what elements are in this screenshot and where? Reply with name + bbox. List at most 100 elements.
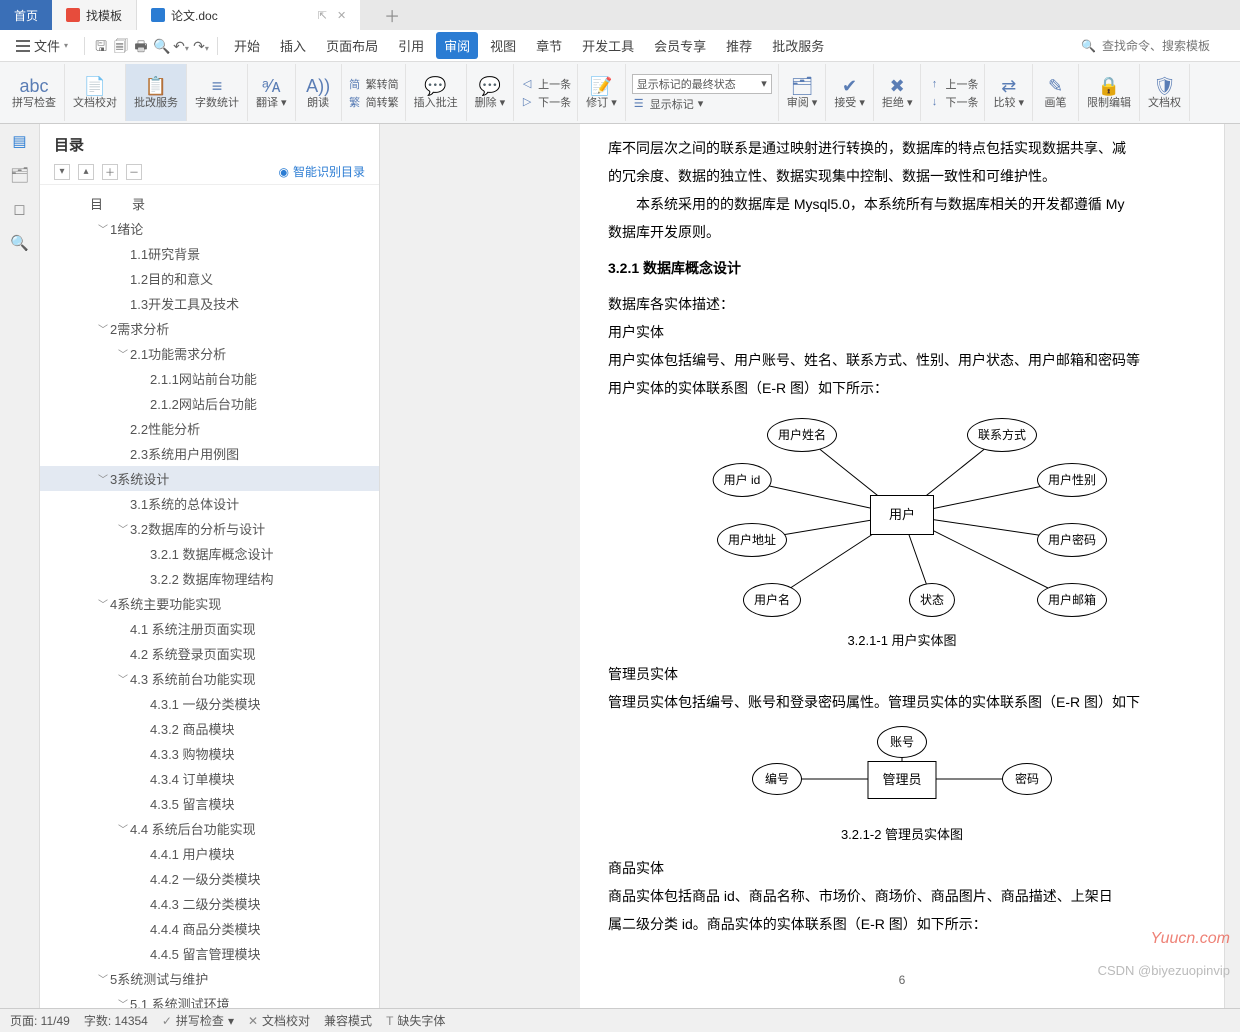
- tab-home[interactable]: 首页: [0, 0, 52, 30]
- status-font[interactable]: T缺失字体: [386, 1012, 445, 1029]
- ribbon-simp-to-trad[interactable]: 繁简转繁: [348, 94, 399, 110]
- outline-item[interactable]: 1.3开发工具及技术: [40, 291, 379, 316]
- menu-start[interactable]: 开始: [226, 32, 268, 59]
- outline-item[interactable]: 4.3.1 一级分类模块: [40, 691, 379, 716]
- qat-redo-icon[interactable]: ↷▾: [193, 38, 209, 54]
- qat-undo-icon[interactable]: ↶▾: [173, 38, 189, 54]
- outline-item[interactable]: 2.3系统用户用例图: [40, 441, 379, 466]
- outline-item[interactable]: ﹀1绪论: [40, 216, 379, 241]
- ribbon-wordcount[interactable]: ≡字数统计: [187, 64, 248, 121]
- outline-item[interactable]: 2.2性能分析: [40, 416, 379, 441]
- outline-expand-icon[interactable]: ▴: [78, 164, 94, 180]
- ribbon-trad-to-simp[interactable]: 简繁转简: [348, 76, 399, 92]
- outline-item[interactable]: 4.4.3 二级分类模块: [40, 891, 379, 916]
- ribbon-ink[interactable]: ✎画笔: [1033, 64, 1079, 121]
- outline-item[interactable]: ﹀2.1功能需求分析: [40, 341, 379, 366]
- close-tab-icon[interactable]: ✕: [337, 9, 346, 22]
- qat-save-icon[interactable]: 🖫: [93, 38, 109, 54]
- vertical-scrollbar[interactable]: [1224, 124, 1240, 1008]
- outline-root[interactable]: 目 录: [40, 191, 379, 216]
- status-words[interactable]: 字数: 14354: [84, 1012, 148, 1029]
- menu-recommend[interactable]: 推荐: [718, 32, 760, 59]
- outline-remove-icon[interactable]: －: [126, 164, 142, 180]
- rail-search-icon[interactable]: 🔍: [10, 234, 30, 254]
- qat-saveas-icon[interactable]: 🗐: [113, 38, 129, 54]
- rail-attachment-icon[interactable]: 🗂: [10, 166, 30, 186]
- outline-item[interactable]: 4.4.2 一级分类模块: [40, 866, 379, 891]
- menu-reference[interactable]: 引用: [390, 32, 432, 59]
- menu-correction[interactable]: 批改服务: [764, 32, 832, 59]
- ribbon-new-comment[interactable]: 💬插入批注: [406, 64, 467, 121]
- status-spell[interactable]: ✓拼写检查 ▾: [162, 1012, 234, 1029]
- outline-item[interactable]: 3.2.2 数据库物理结构: [40, 566, 379, 591]
- ribbon-readaloud[interactable]: A))朗读: [296, 64, 342, 121]
- outline-item[interactable]: 4.3.5 留言模块: [40, 791, 379, 816]
- ribbon-compare[interactable]: ⇄比较 ▾: [985, 64, 1033, 121]
- outline-item[interactable]: 1.1研究背景: [40, 241, 379, 266]
- outline-item[interactable]: 3.2.1 数据库概念设计: [40, 541, 379, 566]
- outline-item[interactable]: 4.4.1 用户模块: [40, 841, 379, 866]
- outline-item[interactable]: 3.1系统的总体设计: [40, 491, 379, 516]
- ribbon-proofread[interactable]: 📄文档校对: [65, 64, 126, 121]
- search-input[interactable]: [1102, 39, 1232, 53]
- ribbon-show-markup[interactable]: ☰显示标记 ▾: [632, 96, 772, 112]
- ribbon-spellcheck[interactable]: abc拼写检查: [4, 64, 65, 121]
- outline-collapse-icon[interactable]: ▾: [54, 164, 70, 180]
- new-tab-button[interactable]: ＋: [360, 0, 424, 30]
- ribbon-translate[interactable]: ᵃ⁄ᴀ翻译 ▾: [248, 64, 296, 121]
- ribbon-display-select[interactable]: 显示标记的最终状态▾: [632, 74, 772, 94]
- command-search[interactable]: 🔍: [1081, 39, 1232, 53]
- rail-outline-icon[interactable]: ▤: [10, 132, 30, 152]
- menu-devtools[interactable]: 开发工具: [574, 32, 642, 59]
- tab-document[interactable]: 论文.doc ⇱ ✕: [137, 0, 360, 30]
- outline-item[interactable]: 4.3.2 商品模块: [40, 716, 379, 741]
- status-page[interactable]: 页面: 11/49: [10, 1012, 70, 1029]
- outline-item[interactable]: ﹀4系统主要功能实现: [40, 591, 379, 616]
- menu-review[interactable]: 审阅: [436, 32, 478, 59]
- outline-item[interactable]: 2.1.2网站后台功能: [40, 391, 379, 416]
- ribbon-reject[interactable]: ✖拒绝 ▾: [874, 64, 922, 121]
- outline-add-icon[interactable]: ＋: [102, 164, 118, 180]
- app-menu-button[interactable]: 文件▾: [8, 32, 76, 59]
- ribbon-delete-comment[interactable]: 💬删除 ▾: [467, 64, 515, 121]
- outline-tree[interactable]: 目 录 ﹀1绪论1.1研究背景1.2目的和意义1.3开发工具及技术﹀2需求分析﹀…: [40, 185, 379, 1008]
- ribbon-track-changes[interactable]: 📝修订 ▾: [578, 64, 626, 121]
- outline-item[interactable]: ﹀3.2数据库的分析与设计: [40, 516, 379, 541]
- menu-view[interactable]: 视图: [482, 32, 524, 59]
- ribbon-accept[interactable]: ✔接受 ▾: [826, 64, 874, 121]
- outline-item[interactable]: ﹀3系统设计: [40, 466, 379, 491]
- outline-item[interactable]: ﹀4.3 系统前台功能实现: [40, 666, 379, 691]
- tab-template[interactable]: 找模板: [52, 0, 137, 30]
- ribbon-prev-comment[interactable]: ◁上一条: [520, 76, 571, 92]
- outline-item[interactable]: ﹀2需求分析: [40, 316, 379, 341]
- menu-layout[interactable]: 页面布局: [318, 32, 386, 59]
- outline-item[interactable]: 4.2 系统登录页面实现: [40, 641, 379, 666]
- qat-preview-icon[interactable]: 🔍: [153, 38, 169, 54]
- ribbon-next-comment[interactable]: ▷下一条: [520, 94, 571, 110]
- qat-print-icon[interactable]: 🖶: [133, 38, 149, 54]
- document-page[interactable]: 库不同层次之间的联系是通过映射进行转换的，数据库的特点包括实现数据共享、减 的冗…: [580, 124, 1224, 1008]
- outline-item[interactable]: ﹀5.1 系统测试环境: [40, 991, 379, 1008]
- ribbon-correction-service[interactable]: 📋批改服务: [126, 64, 187, 121]
- outline-smart-detect[interactable]: ◉智能识别目录: [279, 163, 366, 180]
- ribbon-prev-change[interactable]: ↑上一条: [927, 76, 978, 92]
- rail-bookmark-icon[interactable]: ◻: [10, 200, 30, 220]
- menu-insert[interactable]: 插入: [272, 32, 314, 59]
- outline-item[interactable]: 4.1 系统注册页面实现: [40, 616, 379, 641]
- outline-item[interactable]: 1.2目的和意义: [40, 266, 379, 291]
- status-proof[interactable]: ✕文档校对: [248, 1012, 310, 1029]
- outline-item[interactable]: ﹀5系统测试与维护: [40, 966, 379, 991]
- menu-member[interactable]: 会员专享: [646, 32, 714, 59]
- ribbon-restrict-edit[interactable]: 🔒限制编辑: [1079, 64, 1140, 121]
- outline-item[interactable]: ﹀4.4 系统后台功能实现: [40, 816, 379, 841]
- ribbon-next-change[interactable]: ↓下一条: [927, 94, 978, 110]
- status-compat[interactable]: 兼容模式: [324, 1012, 372, 1029]
- share-icon[interactable]: ⇱: [318, 9, 327, 22]
- outline-item[interactable]: 2.1.1网站前台功能: [40, 366, 379, 391]
- menu-chapter[interactable]: 章节: [528, 32, 570, 59]
- outline-item[interactable]: 4.4.5 留言管理模块: [40, 941, 379, 966]
- ribbon-review-pane[interactable]: 🗂审阅 ▾: [779, 64, 827, 121]
- outline-item[interactable]: 4.3.3 购物模块: [40, 741, 379, 766]
- outline-item[interactable]: 4.4.4 商品分类模块: [40, 916, 379, 941]
- outline-item[interactable]: 4.3.4 订单模块: [40, 766, 379, 791]
